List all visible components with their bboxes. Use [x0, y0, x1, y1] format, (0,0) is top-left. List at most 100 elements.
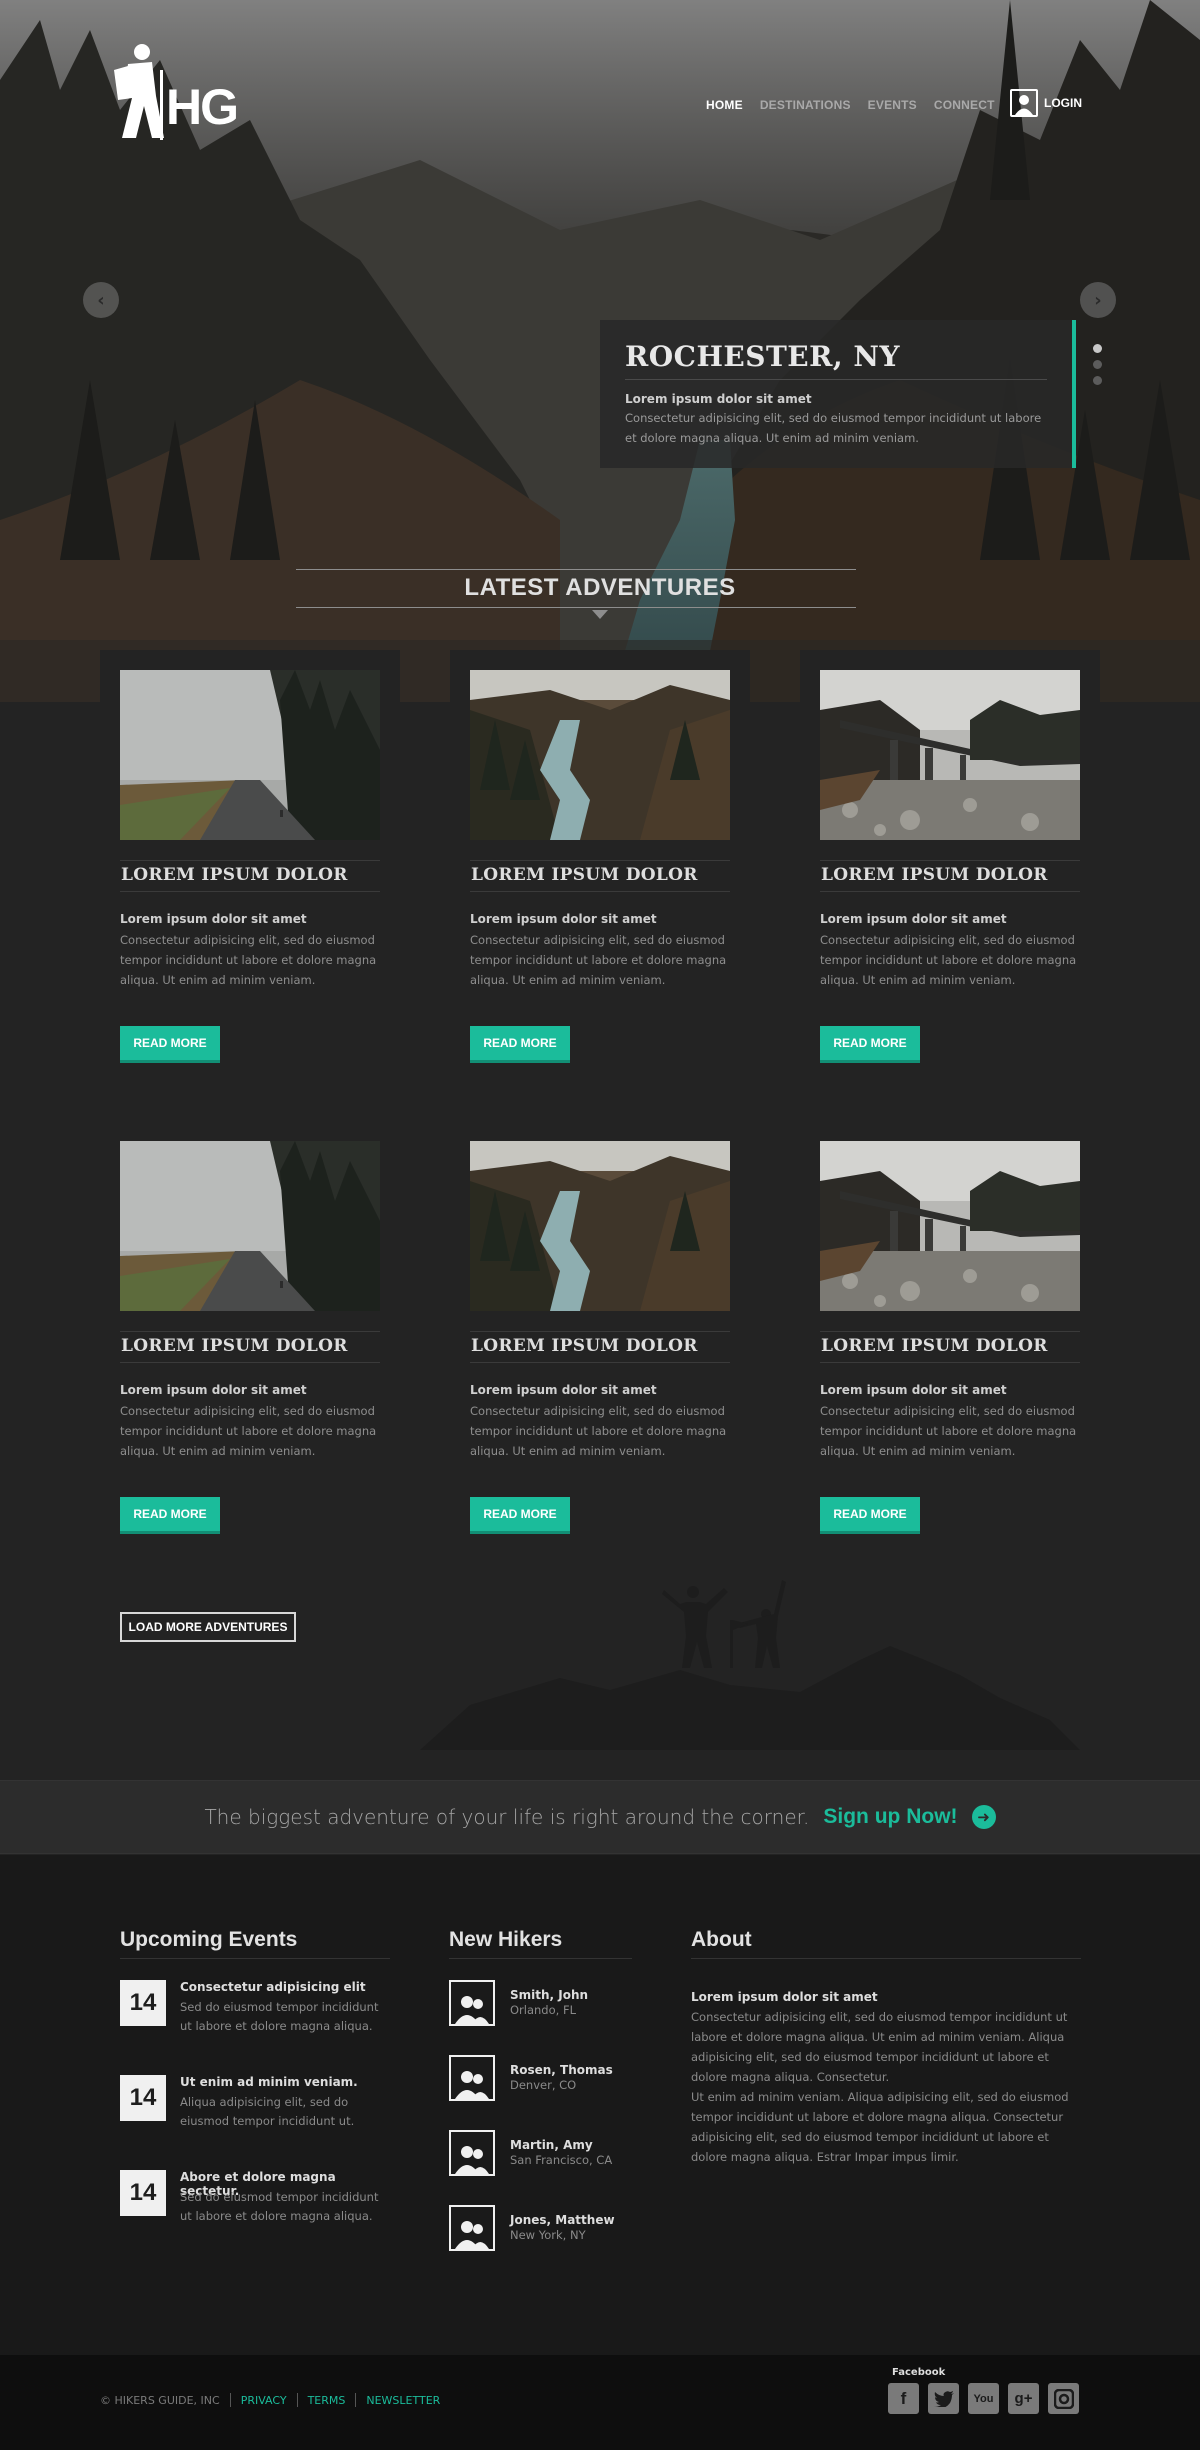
card-title: LOREM IPSUM DOLOR: [820, 1331, 1080, 1363]
copyright: © HIKERS GUIDE, INC: [100, 2393, 220, 2407]
adventure-image[interactable]: [120, 1141, 380, 1311]
event-date: 14: [120, 2170, 166, 2216]
event-text: Aliqua adipisicing elit, sed do eiusmod …: [180, 2095, 355, 2128]
card-subtitle: Lorem ipsum dolor sit amet: [820, 1383, 1007, 1397]
read-more-button[interactable]: READ MORE: [120, 1026, 220, 1060]
bottom-bar: © HIKERS GUIDE, INC PRIVACY TERMS NEWSLE…: [0, 2355, 1200, 2450]
about-paragraph: Consectetur adipisicing elit, sed do eiu…: [691, 2010, 1068, 2084]
avatar-icon: [449, 2055, 495, 2101]
event-item[interactable]: 14 Ut enim ad minim veniam. Aliqua adipi…: [120, 2075, 390, 2135]
section-title: LATEST ADVENTURES: [464, 574, 736, 601]
card-text: Consectetur adipisicing elit, sed do eiu…: [470, 933, 727, 987]
event-date: 14: [120, 2075, 166, 2121]
chevron-left-icon: ‹: [97, 289, 105, 311]
card-title: LOREM IPSUM DOLOR: [820, 860, 1080, 892]
hiker-item[interactable]: Rosen, Thomas Denver, CO: [449, 2055, 629, 2101]
googleplus-icon[interactable]: g+: [1008, 2383, 1039, 2414]
divider: [229, 2393, 231, 2407]
hiker-city: Orlando, FL: [510, 2003, 576, 2017]
facebook-icon[interactable]: f: [888, 2383, 919, 2414]
chevron-right-icon: ›: [1094, 289, 1102, 311]
slide-text: Consectetur adipisicing elit, sed do eiu…: [625, 411, 1042, 445]
event-item[interactable]: 14 Consectetur adipisicing elit Sed do e…: [120, 1980, 390, 2040]
hiker-item[interactable]: Martin, Amy San Francisco, CA: [449, 2130, 629, 2176]
nav-events[interactable]: EVENTS: [868, 98, 917, 112]
logo-text: HG: [166, 79, 239, 135]
event-item[interactable]: 14 Abore et dolore magna sectetur. Sed d…: [120, 2170, 390, 2230]
slider-dot[interactable]: [1093, 376, 1102, 385]
hiker-item[interactable]: Smith, John Orlando, FL: [449, 1980, 629, 2026]
hero-slider: HG HOME DESTINATIONS EVENTS CONNECT LOGI…: [0, 0, 1200, 702]
adventure-image[interactable]: [820, 1141, 1080, 1311]
heading-rule: [296, 607, 856, 608]
read-more-button[interactable]: READ MORE: [470, 1497, 570, 1531]
signup-link[interactable]: Sign up Now!: [823, 1805, 957, 1829]
nav-home[interactable]: HOME: [706, 98, 743, 112]
card-subtitle: Lorem ipsum dolor sit amet: [120, 1383, 307, 1397]
social-icons: f You g+: [888, 2383, 1079, 2414]
twitter-icon[interactable]: [928, 2383, 959, 2414]
adventure-card: LOREM IPSUM DOLOR Lorem ipsum dolor sit a…: [450, 650, 750, 1070]
instagram-icon[interactable]: [1048, 2383, 1079, 2414]
adventure-image[interactable]: [820, 670, 1080, 840]
hiker-name: Jones, Matthew: [510, 2213, 615, 2227]
logo[interactable]: HG: [108, 40, 239, 140]
read-more-button[interactable]: READ MORE: [820, 1497, 920, 1531]
read-more-button[interactable]: READ MORE: [470, 1026, 570, 1060]
footer-links: © HIKERS GUIDE, INC PRIVACY TERMS NEWSLE…: [100, 2393, 440, 2407]
card-text: Consectetur adipisicing elit, sed do eiu…: [820, 1404, 1077, 1458]
hiker-city: New York, NY: [510, 2228, 586, 2242]
user-icon: [1010, 89, 1038, 117]
newsletter-link[interactable]: NEWSLETTER: [366, 2394, 440, 2407]
card-subtitle: Lorem ipsum dolor sit amet: [470, 1383, 657, 1397]
page: HG HOME DESTINATIONS EVENTS CONNECT LOGI…: [0, 0, 1200, 2450]
about-heading: About: [691, 1928, 1081, 1959]
adventure-image[interactable]: [120, 670, 380, 840]
load-more-button[interactable]: LOAD MORE ADVENTURES: [120, 1612, 296, 1642]
event-title: Consectetur adipisicing elit: [180, 1980, 366, 1994]
divider: [355, 2393, 357, 2407]
hiker-name: Rosen, Thomas: [510, 2063, 613, 2077]
adventure-image[interactable]: [470, 670, 730, 840]
caret-down-icon: [592, 610, 608, 619]
hiker-city: San Francisco, CA: [510, 2153, 613, 2167]
hiker-city: Denver, CO: [510, 2078, 577, 2092]
read-more-button[interactable]: READ MORE: [820, 1026, 920, 1060]
social-label: Facebook: [892, 2367, 946, 2378]
card-subtitle: Lorem ipsum dolor sit amet: [820, 912, 1007, 926]
adventure-card: LOREM IPSUM DOLOR Lorem ipsum dolor sit a…: [100, 650, 400, 1070]
slider-next-button[interactable]: ›: [1080, 282, 1116, 318]
hiker-item[interactable]: Jones, Matthew New York, NY: [449, 2205, 629, 2251]
nav-connect[interactable]: CONNECT: [934, 98, 995, 112]
about-paragraph: Ut enim ad minim veniam. Aliqua adipisic…: [691, 2090, 1069, 2164]
card-text: Consectetur adipisicing elit, sed do eiu…: [470, 1404, 727, 1458]
slider-dot[interactable]: [1093, 360, 1102, 369]
nav-destinations[interactable]: DESTINATIONS: [760, 98, 851, 112]
avatar-icon: [449, 1980, 495, 2026]
arrow-right-circle-icon[interactable]: ➜: [971, 1805, 996, 1829]
hiker-name: Smith, John: [510, 1988, 589, 2002]
login-button[interactable]: LOGIN: [1010, 89, 1082, 117]
login-label: LOGIN: [1044, 96, 1082, 110]
card-subtitle: Lorem ipsum dolor sit amet: [120, 912, 307, 926]
card-text: Consectetur adipisicing elit, sed do eiu…: [820, 933, 1077, 987]
slider-dot[interactable]: [1093, 344, 1102, 353]
heading-rule: [296, 569, 856, 570]
divider: [296, 2393, 298, 2407]
hikers-heading: New Hikers: [449, 1928, 632, 1959]
read-more-button[interactable]: READ MORE: [120, 1497, 220, 1531]
adventure-card: LOREM IPSUM DOLOR Lorem ipsum dolor sit a…: [800, 650, 1100, 1070]
event-title: Ut enim ad minim veniam.: [180, 2075, 358, 2089]
youtube-icon[interactable]: You: [968, 2383, 999, 2414]
terms-link[interactable]: TERMS: [308, 2394, 346, 2407]
signup-text: The biggest adventure of your life is ri…: [204, 1805, 810, 1829]
card-text: Consectetur adipisicing elit, sed do eiu…: [120, 933, 377, 987]
slider-prev-button[interactable]: ‹: [83, 282, 119, 318]
event-date: 14: [120, 1980, 166, 2026]
mountain-silhouette-image: [420, 1580, 1080, 1750]
slider-dots: [1093, 344, 1102, 385]
privacy-link[interactable]: PRIVACY: [241, 2394, 287, 2407]
card-title: LOREM IPSUM DOLOR: [470, 860, 730, 892]
adventure-card: LOREM IPSUM DOLOR Lorem ipsum dolor sit a…: [100, 1121, 400, 1541]
adventure-image[interactable]: [470, 1141, 730, 1311]
